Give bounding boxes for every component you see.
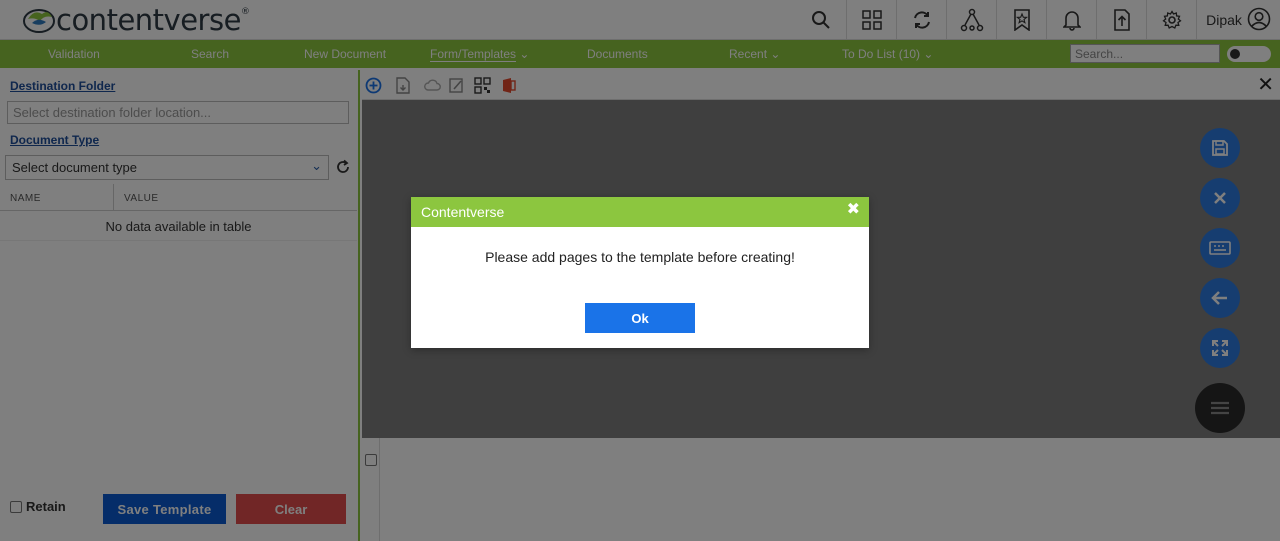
dialog-message: Please add pages to the template before … (485, 249, 795, 265)
ok-button[interactable]: Ok (585, 303, 695, 333)
dialog-title: Contentverse (421, 204, 505, 220)
alert-dialog: Contentverse ✖ Please add pages to the t… (411, 197, 869, 348)
dialog-header: Contentverse ✖ (411, 197, 869, 227)
close-icon[interactable]: ✖ (847, 202, 860, 218)
